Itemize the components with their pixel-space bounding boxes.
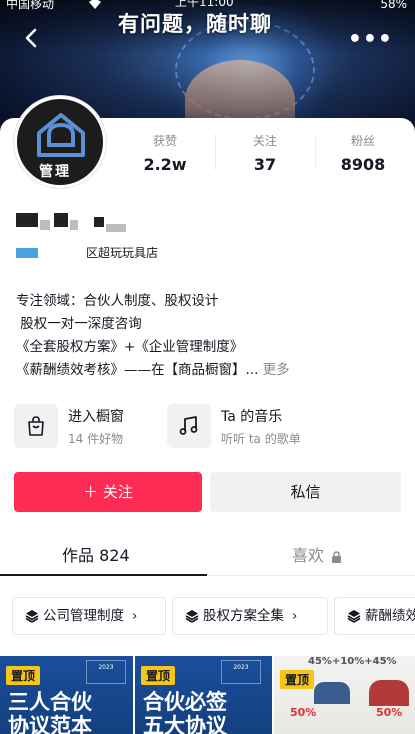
follow-button[interactable]: ＋ 关注 — [14, 472, 202, 512]
chevron-left-icon — [25, 28, 37, 48]
bio-line: 专注领域：合伙人制度、股权设计 — [16, 293, 219, 309]
banner-title: 有问题，随时聊 — [118, 12, 272, 36]
pinned-badge: 置顶 — [280, 670, 315, 689]
house-logo-icon — [37, 113, 85, 157]
percent-label: 50% — [376, 706, 403, 719]
music-subtitle: 听听 ta 的歌单 — [221, 432, 301, 446]
avatar-label: 管理 — [39, 164, 71, 180]
video-thumbnail[interactable]: 45%+10%+45% 置顶 50% 50% — [274, 656, 415, 734]
collection-chip[interactable]: 薪酬绩效 — [334, 597, 415, 635]
bio-line: 《全套股权方案》+《企业管理制度》 — [16, 339, 244, 355]
profile-stats: 获赞 2.2w 关注 37 粉丝 8908 — [115, 132, 415, 176]
back-button[interactable] — [18, 24, 46, 52]
stat-likes-label: 获赞 — [152, 134, 177, 148]
username-redacted — [70, 220, 78, 230]
thumbnail-caption: 合伙必签 五大协议 — [143, 690, 227, 734]
thumbnail-caption: 三人合伙 协议范本 — [8, 690, 92, 734]
stat-likes[interactable]: 获赞 2.2w — [115, 132, 215, 174]
avatar[interactable]: 管理 — [14, 96, 106, 188]
person-figure — [369, 680, 409, 706]
pinned-badge: 置顶 — [6, 666, 41, 685]
stat-following-value: 37 — [253, 155, 277, 174]
person-figure — [314, 682, 350, 704]
showcase-entry[interactable]: 进入橱窗 14 件好物 — [14, 404, 164, 450]
bio-line: 股权一对一深度咨询 — [16, 316, 142, 332]
layers-icon — [185, 610, 199, 623]
collection-chip-label: 股权方案全集 — [203, 608, 284, 624]
stat-following[interactable]: 关注 37 — [215, 132, 315, 174]
tab-likes-label: 喜欢 — [292, 546, 325, 565]
collection-chip-label: 薪酬绩效 — [365, 608, 415, 624]
battery-label: 58% — [380, 0, 407, 11]
location-text: 区超玩玩具店 — [86, 246, 159, 260]
location-redacted — [16, 248, 38, 258]
chevron-right-icon: › — [132, 608, 138, 624]
book-cover: 2023 — [221, 660, 261, 684]
tab-likes[interactable]: 喜欢 — [292, 542, 342, 566]
stat-followers-value: 8908 — [340, 155, 386, 174]
tab-works[interactable]: 作品 824 — [62, 542, 130, 566]
chevron-right-icon: › — [292, 608, 298, 624]
layers-icon — [347, 610, 361, 623]
percent-label: 50% — [290, 706, 317, 719]
layers-icon — [25, 610, 39, 623]
bio-more-link[interactable]: 更多 — [263, 362, 290, 378]
username-redacted — [40, 220, 50, 230]
bio-line: 《薪酬绩效考核》——在【商品橱窗】... — [16, 362, 259, 378]
music-title: Ta 的音乐 — [221, 409, 283, 425]
music-entry[interactable]: Ta 的音乐 听听 ta 的歌单 — [167, 404, 367, 450]
more-menu-button[interactable]: ••• — [348, 27, 393, 52]
stat-likes-value: 2.2w — [143, 155, 187, 174]
username-redacted — [94, 217, 104, 227]
pinned-badge: 置顶 — [141, 666, 176, 685]
showcase-title: 进入橱窗 — [68, 409, 124, 425]
wifi-icon — [88, 0, 102, 12]
bio-line-last: 《薪酬绩效考核》——在【商品橱窗】... 更多 — [16, 359, 406, 382]
active-tab-indicator — [0, 574, 207, 576]
stat-following-label: 关注 — [252, 134, 277, 148]
status-time: 上午11:00 — [175, 0, 234, 9]
username-redacted — [54, 213, 68, 227]
username-redacted — [106, 224, 126, 232]
video-thumbnail[interactable]: 置顶 2023 三人合伙 协议范本 — [0, 656, 133, 734]
collection-chip[interactable]: 股权方案全集 › — [172, 597, 328, 635]
content-tabs: 作品 824 喜欢 — [0, 530, 415, 576]
username-redacted — [16, 213, 38, 227]
lock-icon — [332, 550, 342, 563]
profile-bio: 专注领域：合伙人制度、股权设计 股权一对一深度咨询 《全套股权方案》+《企业管理… — [16, 290, 406, 382]
stat-followers[interactable]: 粉丝 8908 — [313, 132, 413, 174]
thumbnail-split-text: 45%+10%+45% — [308, 656, 397, 667]
collection-chip[interactable]: 公司管理制度 › — [12, 597, 166, 635]
showcase-subtitle: 14 件好物 — [68, 432, 124, 446]
carrier-label: 中国移动 — [6, 0, 55, 11]
book-cover: 2023 — [86, 660, 126, 684]
music-note-icon — [167, 404, 211, 448]
collection-chip-label: 公司管理制度 — [43, 608, 124, 624]
video-thumbnail[interactable]: 置顶 2023 合伙必签 五大协议 — [135, 656, 272, 734]
stat-followers-label: 粉丝 — [350, 134, 375, 148]
shopping-bag-icon — [14, 404, 58, 448]
message-button[interactable]: 私信 — [210, 472, 401, 512]
